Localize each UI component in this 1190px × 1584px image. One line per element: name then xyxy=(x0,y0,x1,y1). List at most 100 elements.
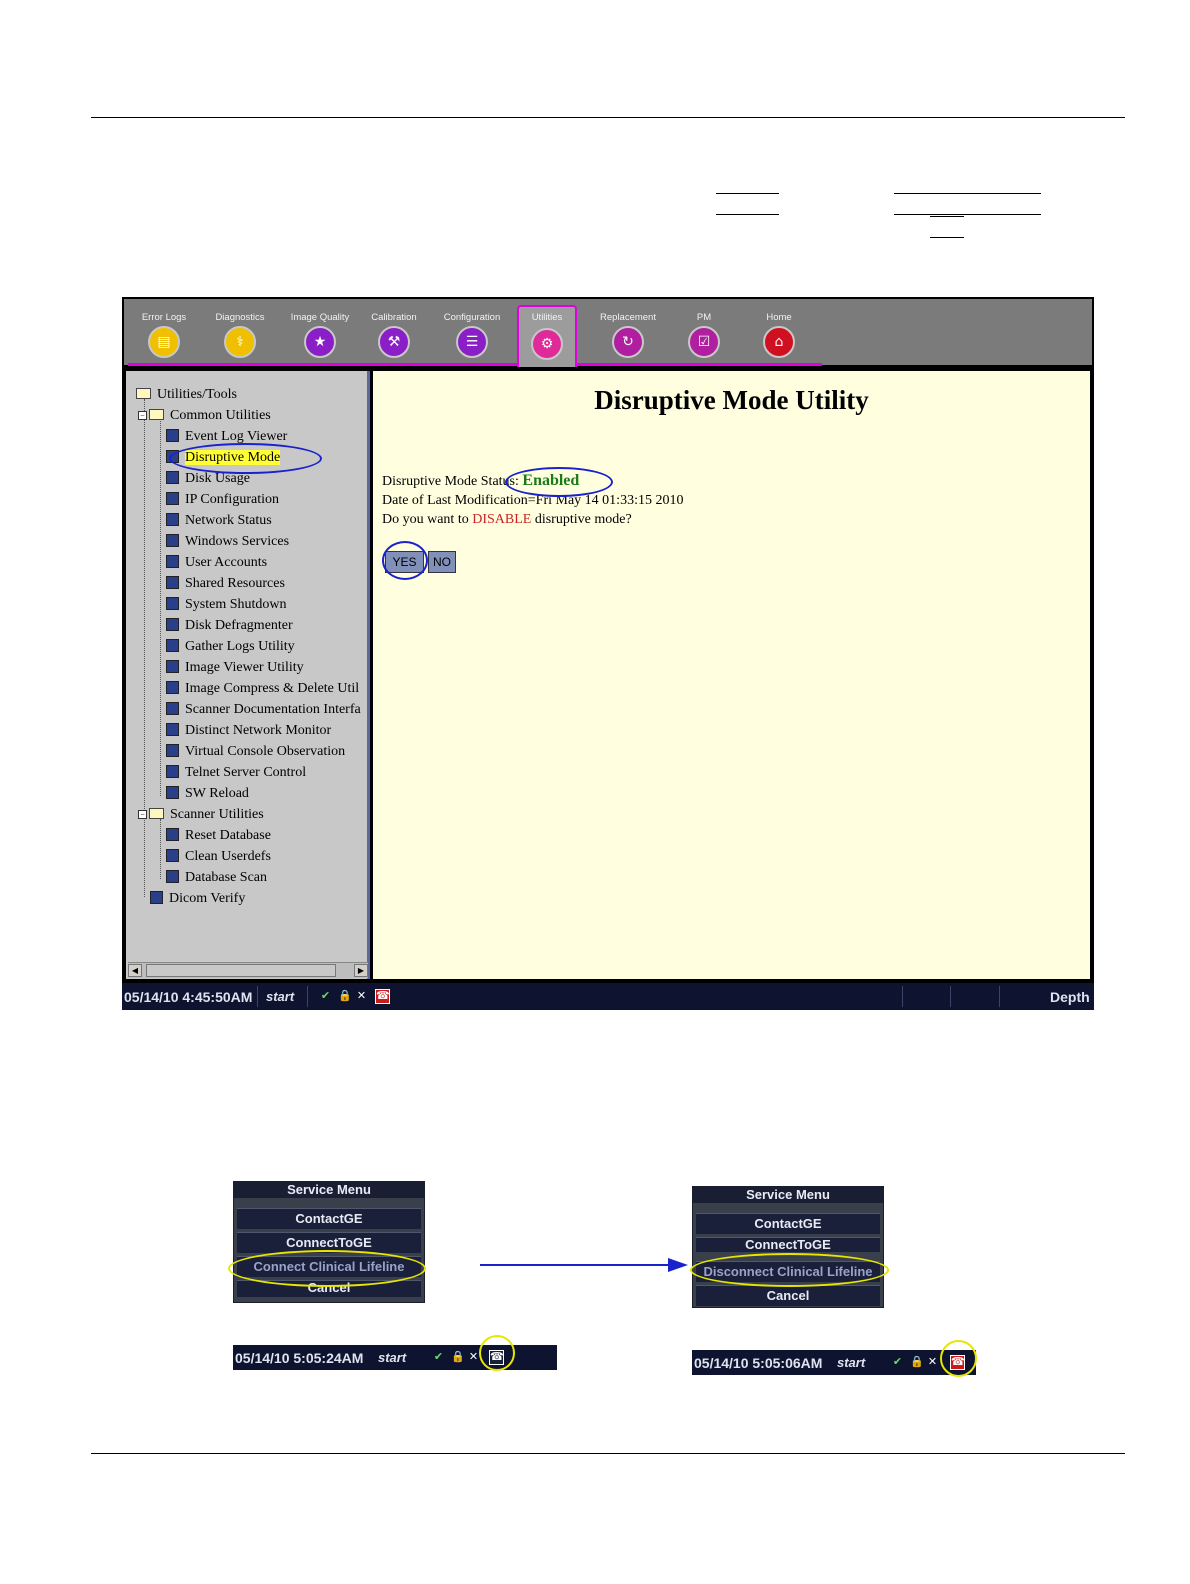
no-button[interactable]: NO xyxy=(428,551,456,573)
page-title: Disruptive Mode Utility xyxy=(594,385,869,415)
home-icon: ⌂ xyxy=(763,326,795,358)
tree-item-label: Scanner Utilities xyxy=(170,807,264,822)
lock-icon[interactable]: 🔒 xyxy=(910,1356,924,1369)
tree-item-database-scan[interactable]: Database Scan xyxy=(166,868,267,888)
tree-item-image-viewer-utility[interactable]: Image Viewer Utility xyxy=(166,658,304,678)
highlight-circle-status xyxy=(505,467,613,497)
last-modification: Date of Last Modification=Fri May 14 01:… xyxy=(382,493,684,508)
taskbar-before-start[interactable]: start xyxy=(378,1350,406,1365)
configuration-icon: ☰ xyxy=(456,326,488,358)
tree-item-shared-resources[interactable]: Shared Resources xyxy=(166,574,285,594)
highlight-disconnect-lifeline xyxy=(690,1253,889,1287)
disconnect-icon[interactable]: ✕ xyxy=(926,1356,939,1369)
menu-item-contactge[interactable]: ContactGE xyxy=(696,1213,880,1234)
tab-label: Configuration xyxy=(443,312,501,323)
tree-item-virtual-console-observation[interactable]: Virtual Console Observation xyxy=(166,742,345,762)
tree-folder-scanner-utilities[interactable]: − Scanner Utilities xyxy=(138,805,264,825)
tab-calibration[interactable]: Calibration ⚒ xyxy=(359,299,429,365)
tree-item-label: Image Compress & Delete Util xyxy=(185,681,360,696)
tab-pm[interactable]: PM ☑ xyxy=(669,299,739,365)
utility-icon xyxy=(166,660,179,673)
tree-guide xyxy=(160,819,161,879)
tree-item-telnet-server-control[interactable]: Telnet Server Control xyxy=(166,763,306,783)
folder-icon xyxy=(149,808,164,819)
tree-item-label: Virtual Console Observation xyxy=(185,744,346,759)
tab-label: Home xyxy=(766,312,792,323)
scroll-right-arrow[interactable]: ▶ xyxy=(354,964,368,977)
taskbar-separator xyxy=(902,986,903,1007)
tree-item-windows-services[interactable]: Windows Services xyxy=(166,532,289,552)
lifeline-icon[interactable]: ☎ xyxy=(375,989,390,1004)
tree-item-disk-defragmenter[interactable]: Disk Defragmenter xyxy=(166,616,293,636)
tab-image-quality[interactable]: Image Quality ★ xyxy=(285,299,355,365)
utility-icon xyxy=(166,618,179,631)
tree-item-network-status[interactable]: Network Status xyxy=(166,511,272,531)
network-icon[interactable]: ✔ xyxy=(432,1351,445,1364)
question-line: Do you want to DISABLE disruptive mode? xyxy=(382,512,632,528)
menu-item-connecttoge[interactable]: ConnectToGE xyxy=(696,1237,880,1252)
highlight-connect-lifeline xyxy=(228,1250,426,1287)
taskbar-clock: 05/14/10 4:45:50AM xyxy=(124,989,253,1005)
tab-replacement[interactable]: Replacement ↻ xyxy=(593,299,663,365)
tree-item-sw-reload[interactable]: SW Reload xyxy=(166,784,249,804)
utility-icon xyxy=(166,555,179,568)
highlight-circle-disruptive-mode xyxy=(169,443,322,474)
tree-item-user-accounts[interactable]: User Accounts xyxy=(166,553,267,573)
highlight-icon-after xyxy=(940,1340,977,1377)
tab-label: Diagnostics xyxy=(215,312,265,323)
tree-item-label: Database Scan xyxy=(185,870,268,885)
tree-item-label: Shared Resources xyxy=(185,576,285,591)
tree-root-utilities-tools[interactable]: Utilities/Tools xyxy=(136,385,237,405)
network-icon[interactable]: ✔ xyxy=(319,990,332,1003)
tree-horizontal-scrollbar[interactable]: ◀ ▶ xyxy=(128,962,368,978)
utility-icon xyxy=(166,576,179,589)
utility-icon xyxy=(166,597,179,610)
tree-item-reset-database[interactable]: Reset Database xyxy=(166,826,271,846)
tab-home[interactable]: Home ⌂ xyxy=(744,299,814,365)
transition-arrow xyxy=(480,1258,688,1272)
tree-item-dicom-verify[interactable]: Dicom Verify xyxy=(150,889,245,909)
tree-folder-common-utilities[interactable]: − Common Utilities xyxy=(138,406,271,426)
tree-item-label: Network Status xyxy=(185,513,272,528)
menu-item-contactge[interactable]: ContactGE xyxy=(237,1208,421,1229)
tab-utilities[interactable]: Utilities ⚙ xyxy=(517,305,577,367)
utility-icon xyxy=(166,429,179,442)
tree-item-system-shutdown[interactable]: System Shutdown xyxy=(166,595,287,615)
scroll-left-arrow[interactable]: ◀ xyxy=(128,964,142,977)
taskbar-after-start[interactable]: start xyxy=(837,1355,865,1370)
tree-item-image-compress-delete-util[interactable]: Image Compress & Delete Util xyxy=(166,679,359,699)
menu-item-cancel[interactable]: Cancel xyxy=(696,1285,880,1306)
start-button[interactable]: start xyxy=(266,989,294,1004)
utility-icon xyxy=(166,492,179,505)
collapse-icon[interactable]: − xyxy=(138,411,147,420)
tab-configuration[interactable]: Configuration ☰ xyxy=(437,299,507,365)
scroll-thumb[interactable] xyxy=(146,964,336,977)
tab-label: Image Quality xyxy=(290,312,350,323)
question-post: disruptive mode? xyxy=(534,512,632,527)
disconnect-icon[interactable]: ✕ xyxy=(355,990,368,1003)
network-icon[interactable]: ✔ xyxy=(891,1356,904,1369)
lock-icon[interactable]: 🔒 xyxy=(451,1351,465,1364)
utility-icon xyxy=(166,723,179,736)
service-application-window: Error Logs ▤ Diagnostics ⚕ Image Quality ★ Cal… xyxy=(122,297,1094,1010)
tree-item-gather-logs-utility[interactable]: Gather Logs Utility xyxy=(166,637,295,657)
lock-icon[interactable]: 🔒 xyxy=(338,990,352,1003)
service-menu-title: Service Menu xyxy=(234,1182,424,1198)
tree-item-scanner-documentation-interfa[interactable]: Scanner Documentation Interfa xyxy=(166,700,361,720)
folder-icon xyxy=(136,388,151,399)
collapse-icon[interactable]: − xyxy=(138,810,147,819)
tree-item-label: Reset Database xyxy=(185,828,271,843)
tab-label: Error Logs xyxy=(141,312,187,323)
tree-item-ip-configuration[interactable]: IP Configuration xyxy=(166,490,279,510)
underline-3 xyxy=(894,193,1041,194)
utility-icon xyxy=(166,513,179,526)
tab-label: Replacement xyxy=(600,312,656,323)
tree-item-label: Event Log Viewer xyxy=(185,429,288,444)
tab-diagnostics[interactable]: Diagnostics ⚕ xyxy=(205,299,275,365)
tree-item-clean-userdefs[interactable]: Clean Userdefs xyxy=(166,847,271,867)
tree-item-distinct-network-monitor[interactable]: Distinct Network Monitor xyxy=(166,721,331,741)
tab-error-logs[interactable]: Error Logs ▤ xyxy=(129,299,199,365)
underline-5 xyxy=(930,216,964,217)
folder-icon xyxy=(149,409,164,420)
error-logs-icon: ▤ xyxy=(148,326,180,358)
